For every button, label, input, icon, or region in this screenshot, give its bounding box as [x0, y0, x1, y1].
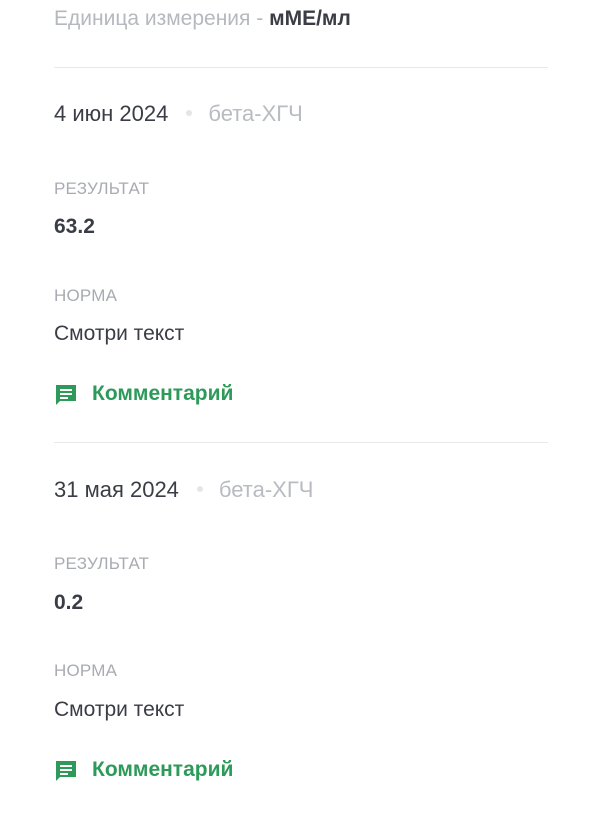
- result-value: 63.2: [54, 215, 95, 238]
- result-label: РЕЗУЛЬТАТ: [54, 179, 150, 198]
- entry-date: 4 июн 2024: [54, 101, 169, 126]
- divider: [54, 67, 548, 68]
- unit-value: мМЕ/мл: [269, 7, 351, 30]
- comment-icon: [56, 761, 76, 781]
- result-label: РЕЗУЛЬТАТ: [54, 554, 150, 573]
- comment-label: Комментарий: [92, 758, 234, 781]
- comment-icon: [56, 385, 76, 405]
- norm-label: НОРМА: [54, 661, 118, 680]
- entry-test-name: бета-ХГЧ: [218, 477, 314, 502]
- comment-button[interactable]: Комментарий: [54, 756, 233, 784]
- divider: [54, 442, 548, 443]
- comment-button[interactable]: Комментарий: [54, 380, 233, 408]
- entry-date: 31 мая 2024: [54, 477, 179, 502]
- norm-value: Смотри текст: [54, 698, 185, 721]
- norm-label: НОРМА: [54, 286, 118, 305]
- entry-test-name: бета-ХГЧ: [208, 101, 303, 126]
- result-value: 0.2: [54, 591, 84, 614]
- separator-dot: [186, 110, 193, 117]
- comment-label: Комментарий: [92, 382, 234, 405]
- entry-header: 31 мая 2024 бета-ХГЧ: [54, 475, 313, 505]
- separator-dot: [196, 486, 203, 493]
- unit-prefix: Единица измерения -: [54, 7, 270, 30]
- measurement-unit: Единица измерения - мМЕ/мл: [54, 4, 351, 34]
- entry-header: 4 июн 2024 бета-ХГЧ: [54, 99, 303, 129]
- norm-value: Смотри текст: [54, 322, 185, 345]
